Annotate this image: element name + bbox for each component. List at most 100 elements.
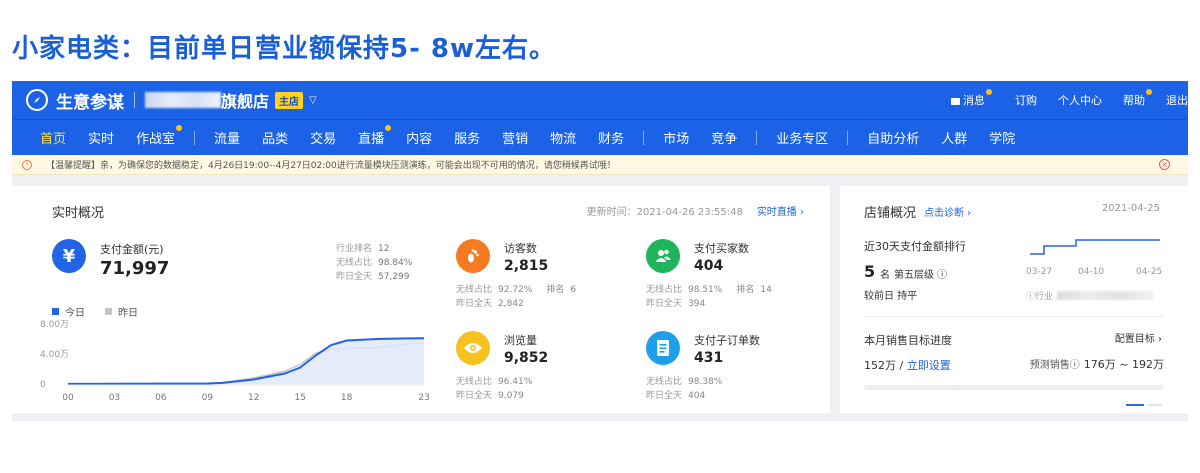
rank-value: 5 — [864, 262, 876, 281]
payment-trend-chart: 8.00万4.00万000 03 06 09 12 15 18 23 — [40, 320, 430, 403]
chevron-down-icon[interactable]: ▽ — [309, 95, 317, 106]
nav-academy[interactable]: 学院 — [989, 128, 1015, 147]
metric-value: 431 — [694, 350, 724, 366]
pager-dot-active[interactable] — [1126, 404, 1144, 406]
x-tick-label: 03 — [109, 393, 120, 403]
pager-dot[interactable] — [1148, 404, 1162, 406]
nav-competition[interactable]: 竞争 — [711, 128, 737, 147]
goal-label: 本月销售目标进度 — [864, 334, 952, 347]
series-area-today — [68, 338, 424, 384]
pageviews-metric: 浏览量 9,852 无线占比 96.41% 昨日全天 9,079 — [456, 331, 626, 411]
rank-label: 近30天支付金额排行 — [864, 240, 966, 253]
metric-stats: 无线占比 92.72% 排名 6 昨日全天 2,842 — [456, 285, 577, 309]
nav-trade[interactable]: 交易 — [310, 128, 336, 147]
metric-value: 404 — [694, 258, 724, 274]
card-title: 实时概况 — [52, 206, 105, 221]
divider — [134, 92, 135, 108]
metric-value: 9,852 — [504, 350, 549, 366]
nav-home[interactable]: 首页 — [40, 128, 66, 147]
metric-label: 访客数 — [504, 242, 537, 255]
nav-finance[interactable]: 财务 — [598, 128, 624, 147]
visitors-metric: 访客数 2,815 无线占比 92.72% 排名 6 昨日全天 2,842 — [456, 239, 626, 319]
payment-stats: 行业排名 12 无线占比 98.84% 昨日全天 57,299 — [336, 244, 413, 282]
app-window: 生意参谋 旗舰店 主店 ▽ 消息 订购 个人中心 帮助 退出 首页 实时 作战室… — [12, 81, 1188, 421]
industry-info: ⓘ行业 — [1026, 289, 1154, 302]
x-tick-label: 00 — [62, 393, 74, 403]
store-overview-card: 店铺概况 点击诊断 › 2021-04-25 近30天支付金额排行 5 名 第五… — [840, 186, 1188, 413]
page-headline: 小家电类：目前单日营业额保持5- 8w左右。 — [12, 34, 557, 64]
goal-progress-bar — [864, 385, 1164, 390]
sub-orders-metric: 支付子订单数 431 无线占比 98.38% 昨日全天 404 — [646, 331, 816, 411]
x-tick-label: 12 — [248, 393, 259, 403]
y-tick-label: 0 — [40, 380, 46, 390]
nav-marketing[interactable]: 营销 — [502, 128, 528, 147]
x-tick-label: 18 — [341, 393, 353, 403]
y-tick-label: 8.00万 — [40, 320, 69, 330]
main-nav: 首页 实时 作战室 流量 品类 交易 直播 内容 服务 营销 物流 财务 市场 … — [12, 119, 1188, 155]
x-tick-label: 15 — [294, 393, 305, 403]
mini-tick: 04-10 — [1078, 267, 1104, 277]
close-icon[interactable]: × — [1159, 159, 1170, 170]
eye-icon — [456, 331, 490, 365]
nav-market[interactable]: 市场 — [663, 128, 689, 147]
rank-mini-chart: 03-27 04-10 04-25 — [1026, 239, 1162, 277]
updated-label: 更新时间： — [586, 207, 637, 218]
logout-link[interactable]: 退出 — [1166, 92, 1188, 108]
nav-self-analysis[interactable]: 自助分析 — [867, 128, 919, 147]
personal-center-link[interactable]: 个人中心 — [1058, 92, 1102, 108]
nav-war-room[interactable]: 作战室 — [136, 125, 183, 147]
brand-title[interactable]: 生意参谋 — [56, 88, 124, 113]
nav-divider — [194, 130, 196, 145]
update-meta: 更新时间：2021-04-26 23:55:48 实时直播 › — [587, 203, 804, 218]
warning-icon: ! — [22, 159, 32, 170]
header-links: 消息 订购 个人中心 帮助 退出 — [930, 81, 1188, 119]
notification-dot — [176, 125, 183, 131]
metric-label: 支付子订单数 — [694, 334, 760, 347]
updated-time: 2021-04-26 23:55:48 — [636, 207, 743, 218]
subscribe-link[interactable]: 订购 — [1015, 92, 1037, 108]
notification-dot — [385, 125, 392, 131]
x-tick-label: 23 — [418, 393, 429, 403]
nav-logistics[interactable]: 物流 — [550, 128, 576, 147]
yen-icon: ¥ — [52, 239, 86, 273]
metric-stats: 无线占比 98.38% 昨日全天 404 — [646, 377, 723, 401]
nav-divider — [847, 130, 849, 145]
metric-stats: 无线占比 96.41% 昨日全天 9,079 — [456, 377, 533, 401]
main-shop-badge: 主店 — [275, 91, 304, 109]
notice-banner: ! 【温馨提醒】亲，为确保您的数据稳定，4月26日19:00--4月27日02:… — [12, 155, 1188, 175]
nav-category[interactable]: 品类 — [262, 128, 288, 147]
metric-value: 2,815 — [504, 258, 549, 274]
metric-label: 支付买家数 — [694, 242, 749, 255]
messages-link[interactable]: 消息 — [951, 89, 992, 108]
realtime-overview-card: 实时概况 更新时间：2021-04-26 23:55:48 实时直播 › ¥ 支付… — [12, 186, 830, 413]
nav-audience[interactable]: 人群 — [941, 128, 967, 147]
help-link[interactable]: 帮助 — [1123, 89, 1152, 108]
nav-business-zone[interactable]: 业务专区 — [776, 128, 828, 147]
notice-text: 【温馨提醒】亲，为确保您的数据稳定，4月26日19:00--4月27日02:00… — [46, 161, 616, 171]
payment-label: 支付金额(元) — [100, 243, 164, 256]
prev-day-compare: 较前日 持平 — [864, 291, 918, 302]
payment-value: 71,997 — [100, 258, 170, 279]
document-icon — [646, 331, 680, 365]
set-now-link[interactable]: 立即设置 — [907, 359, 951, 372]
nav-realtime[interactable]: 实时 — [88, 128, 114, 147]
configure-goal-link[interactable]: 配置目标 › — [1115, 330, 1162, 345]
nav-traffic[interactable]: 流量 — [214, 128, 240, 147]
mini-tick: 04-25 — [1136, 267, 1162, 277]
x-tick-label: 06 — [155, 393, 167, 403]
legend-today[interactable]: 今日 — [52, 304, 85, 319]
live-link[interactable]: 实时直播 › — [757, 207, 804, 218]
card-title: 店铺概况 — [864, 206, 917, 221]
rank-level: 第五层级 ⓘ — [894, 270, 948, 281]
legend-yesterday[interactable]: 昨日 — [105, 304, 138, 319]
diagnose-link[interactable]: 点击诊断 › — [924, 204, 971, 219]
carousel-pager[interactable] — [1126, 404, 1166, 406]
nav-divider — [756, 130, 758, 145]
industry-redacted — [1057, 291, 1154, 300]
shop-name[interactable]: 旗舰店 — [221, 88, 269, 112]
nav-service[interactable]: 服务 — [454, 128, 480, 147]
mini-tick: 03-27 — [1026, 267, 1052, 277]
nav-divider — [643, 130, 645, 145]
nav-content[interactable]: 内容 — [406, 128, 432, 147]
nav-live[interactable]: 直播 — [358, 125, 392, 147]
